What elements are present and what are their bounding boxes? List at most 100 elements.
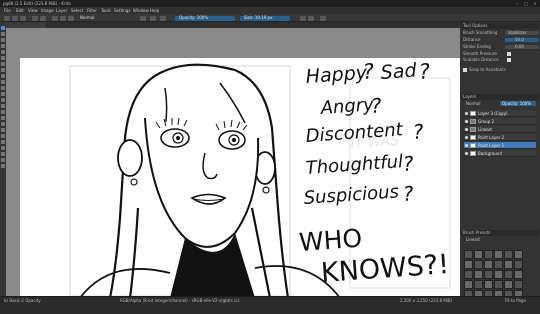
brush-preset-item[interactable]: [464, 260, 473, 269]
menu-file[interactable]: File: [4, 8, 11, 13]
undo-icon[interactable]: [32, 15, 38, 21]
lasso-select-tool-icon[interactable]: [1, 146, 5, 150]
brush-preset-item[interactable]: [504, 280, 513, 289]
visibility-icon[interactable]: [465, 152, 468, 155]
bezier-tool-icon[interactable]: [1, 74, 5, 78]
brush-preset-item[interactable]: [464, 250, 473, 259]
color-picker-tool-icon[interactable]: [1, 110, 5, 114]
brush-preset-item[interactable]: [494, 250, 503, 259]
visibility-icon[interactable]: [465, 128, 468, 131]
pan-tool-icon[interactable]: [1, 164, 5, 168]
menu-settings[interactable]: Settings: [114, 8, 130, 13]
new-document-icon[interactable]: [4, 15, 10, 21]
brush-preset-item[interactable]: [464, 280, 473, 289]
text-tool-icon[interactable]: [1, 32, 5, 36]
visibility-icon[interactable]: [465, 112, 468, 115]
menu-view[interactable]: View: [28, 8, 38, 13]
layer-row[interactable]: Background: [464, 150, 536, 157]
measure-tool-icon[interactable]: [1, 128, 5, 132]
visibility-icon[interactable]: [465, 144, 468, 147]
layer-row[interactable]: Group 2: [464, 118, 536, 125]
brush-preset-item[interactable]: [484, 270, 493, 279]
line-tool-icon[interactable]: [1, 44, 5, 48]
rect-select-tool-icon[interactable]: [1, 134, 5, 138]
brush-preset-item[interactable]: [514, 260, 523, 269]
brush-preset-item[interactable]: [494, 280, 503, 289]
layer-row[interactable]: Paint Layer 2: [464, 134, 536, 141]
visibility-icon[interactable]: [465, 120, 468, 123]
canvas-document[interactable]: IT WAS Happy ? Sad ? Angry ? Discontent …: [20, 58, 460, 298]
brush-preset-item[interactable]: [484, 250, 493, 259]
assistant-tool-icon[interactable]: [1, 122, 5, 126]
preserve-alpha-icon[interactable]: [150, 15, 156, 21]
visibility-icon[interactable]: [465, 136, 468, 139]
gradient-swatch-icon[interactable]: [52, 15, 58, 21]
menu-image[interactable]: Image: [41, 8, 54, 13]
menu-edit[interactable]: Edit: [16, 8, 24, 13]
brush-preset-item[interactable]: [504, 260, 513, 269]
brush-preset-item[interactable]: [474, 280, 483, 289]
mirror-vertical-icon[interactable]: [308, 15, 314, 21]
zoom-tool-icon[interactable]: [1, 158, 5, 162]
brush-preset-item[interactable]: [494, 260, 503, 269]
snap-assistants-checkbox[interactable]: [463, 68, 467, 72]
magic-wand-tool-icon[interactable]: [1, 152, 5, 156]
brush-preset-item[interactable]: [474, 250, 483, 259]
maximize-button[interactable]: □: [522, 1, 530, 6]
lock-icon[interactable]: [160, 15, 166, 21]
brush-preset-item[interactable]: [514, 270, 523, 279]
brush-preset-item[interactable]: [484, 280, 493, 289]
layer-row[interactable]: Lineart: [464, 126, 536, 133]
polyline-tool-icon[interactable]: [1, 68, 5, 72]
brush-preset-icon[interactable]: [68, 15, 74, 21]
eraser-icon[interactable]: [140, 15, 146, 21]
move-tool-icon[interactable]: [1, 92, 5, 96]
menu-help[interactable]: Help: [150, 8, 159, 13]
brush-tool-icon[interactable]: [1, 38, 5, 42]
smooth-pressure-checkbox[interactable]: [507, 52, 511, 56]
menu-tools[interactable]: Tools: [101, 8, 111, 13]
menu-select[interactable]: Select: [71, 8, 83, 13]
blend-mode-select[interactable]: Normal: [80, 16, 94, 20]
preset-tag-select[interactable]: Lineart: [466, 238, 480, 242]
minimize-button[interactable]: –: [513, 1, 521, 6]
brush-preset-item[interactable]: [484, 260, 493, 269]
canvas-area[interactable]: IT WAS Happy ? Sad ? Angry ? Discontent …: [6, 28, 460, 298]
close-button[interactable]: ×: [531, 1, 539, 6]
ellipse-tool-icon[interactable]: [1, 56, 5, 60]
brush-preset-item[interactable]: [474, 260, 483, 269]
open-document-icon[interactable]: [12, 15, 18, 21]
brush-preset-item[interactable]: [494, 270, 503, 279]
polygon-tool-icon[interactable]: [1, 62, 5, 66]
brush-preset-item[interactable]: [514, 250, 523, 259]
size-slider[interactable]: Size: 19.19 px: [240, 15, 290, 21]
wrap-around-icon[interactable]: [320, 15, 326, 21]
select-shapes-tool-icon[interactable]: [1, 26, 5, 30]
save-icon[interactable]: [20, 15, 26, 21]
mirror-horizontal-icon[interactable]: [300, 15, 306, 21]
menu-filter[interactable]: Filter: [87, 8, 97, 13]
opacity-slider[interactable]: Opacity: 100%: [175, 15, 235, 21]
menu-layer[interactable]: Layer: [56, 8, 67, 13]
layer-row-selected[interactable]: Paint Layer 1: [464, 142, 536, 149]
crop-tool-icon[interactable]: [1, 98, 5, 102]
redo-icon[interactable]: [40, 15, 46, 21]
menu-window[interactable]: Window: [133, 8, 149, 13]
layer-row[interactable]: Layer 3 (Copy): [464, 110, 536, 117]
layer-opacity-slider[interactable]: Opacity: 100%: [500, 101, 536, 106]
brush-preset-item[interactable]: [504, 270, 513, 279]
fill-tool-icon[interactable]: [1, 116, 5, 120]
brush-preset-item[interactable]: [514, 280, 523, 289]
gradient-tool-icon[interactable]: [1, 104, 5, 108]
rectangle-tool-icon[interactable]: [1, 50, 5, 54]
brush-preset-item[interactable]: [474, 270, 483, 279]
freehand-path-tool-icon[interactable]: [1, 80, 5, 84]
zoom-select[interactable]: Fit to Page: [505, 299, 526, 303]
pattern-swatch-icon[interactable]: [60, 15, 66, 21]
brush-preset-item[interactable]: [504, 250, 513, 259]
transform-tool-icon[interactable]: [1, 86, 5, 90]
layer-blend-mode-select[interactable]: Normal: [466, 102, 480, 106]
scalable-distance-checkbox[interactable]: [507, 58, 511, 62]
brush-preset-item[interactable]: [464, 270, 473, 279]
ellipse-select-tool-icon[interactable]: [1, 140, 5, 144]
